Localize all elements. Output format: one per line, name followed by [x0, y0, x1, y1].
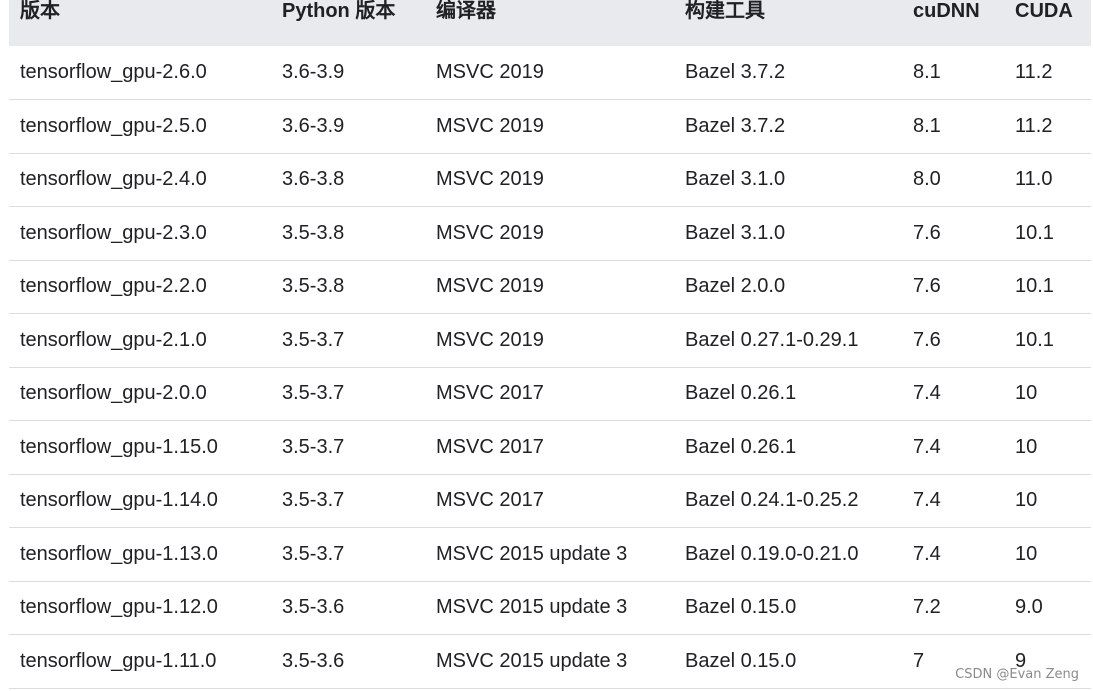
cell-version: tensorflow_gpu-2.5.0: [20, 114, 207, 137]
cell-cuda: 10.1: [1015, 275, 1054, 298]
cell-build-tool: Bazel 2.0.0: [685, 275, 786, 298]
cell-cudnn: 8.0: [913, 168, 941, 191]
cell-cuda: 10.1: [1015, 221, 1054, 244]
cell-version: tensorflow_gpu-2.2.0: [20, 275, 207, 298]
cell-cudnn: 7.6: [913, 275, 941, 298]
cell-python-version: 3.6-3.9: [282, 114, 345, 137]
cell-cuda: 9.0: [1015, 596, 1043, 619]
header-cuda: CUDA: [1015, 0, 1073, 22]
cell-version: tensorflow_gpu-1.13.0: [20, 542, 218, 565]
cell-build-tool: Bazel 3.7.2: [685, 61, 786, 83]
cell-version: tensorflow_gpu-2.1.0: [20, 328, 207, 351]
table-row: tensorflow_gpu-1.15.0 3.5-3.7 MSVC 2017 Baz…: [9, 421, 1091, 474]
cell-python-version: 3.5-3.6: [282, 596, 345, 619]
cell-compiler: MSVC 2017: [436, 382, 544, 405]
cell-cudnn: 7.2: [913, 596, 941, 619]
cell-build-tool: Bazel 3.1.0: [685, 168, 786, 191]
cell-cuda: 10: [1015, 489, 1038, 512]
cell-version: tensorflow_gpu-1.14.0: [20, 489, 218, 512]
cell-python-version: 3.5-3.7: [282, 489, 345, 512]
cell-cudnn: 7.6: [913, 328, 941, 351]
cell-cudnn: 8.1: [913, 61, 941, 83]
cell-compiler: MSVC 2019: [436, 221, 544, 244]
cell-cudnn: 7.4: [913, 489, 941, 512]
cell-cudnn: 8.1: [913, 114, 941, 137]
cell-version: tensorflow_gpu-2.4.0: [20, 168, 207, 191]
cell-cudnn: 7.4: [913, 542, 941, 565]
table-body: tensorflow_gpu-2.6.0 3.6-3.9 MSVC 2019 Baze…: [9, 46, 1091, 688]
cell-version: tensorflow_gpu-1.11.0: [20, 649, 217, 672]
table-row: tensorflow_gpu-2.4.0 3.6-3.8 MSVC 2019 Baze…: [9, 153, 1091, 207]
table-row: tensorflow_gpu-2.0.0 3.5-3.7 MSVC 2017 Baze…: [9, 367, 1091, 421]
cell-python-version: 3.5-3.7: [282, 382, 345, 405]
cell-compiler: MSVC 2019: [436, 275, 544, 298]
cell-version: tensorflow_gpu-2.6.0: [20, 61, 207, 83]
cell-python-version: 3.5-3.7: [282, 435, 345, 458]
table-row: tensorflow_gpu-2.6.0 3.6-3.9 MSVC 2019 Baze…: [9, 46, 1091, 100]
tensorflow-gpu-version-table: 版本 Python 版本 编译器 构建工具 cuDNN CUDA tensorf…: [9, 0, 1091, 689]
table-row: tensorflow_gpu-2.2.0 3.5-3.8 MSVC 2019 Baze…: [9, 260, 1091, 314]
cell-version: tensorflow_gpu-1.15.0: [20, 435, 218, 458]
cell-build-tool: Bazel 3.1.0: [685, 221, 786, 244]
cell-python-version: 3.5-3.6: [282, 649, 345, 672]
table-row: tensorflow_gpu-2.3.0 3.5-3.8 MSVC 2019 Baze…: [9, 207, 1091, 260]
cell-version: tensorflow_gpu-2.3.0: [20, 221, 207, 244]
table-row: tensorflow_gpu-1.13.0 3.5-3.7 MSVC 2015 up…: [9, 528, 1091, 581]
cell-python-version: 3.6-3.9: [282, 61, 345, 83]
table-row: tensorflow_gpu-2.5.0 3.6-3.9 MSVC 2019 Baze…: [9, 100, 1091, 153]
cell-cudnn: 7.6: [913, 221, 941, 244]
cell-compiler: MSVC 2019: [436, 61, 544, 83]
cell-cuda: 11.0: [1015, 168, 1053, 191]
header-cudnn: cuDNN: [913, 0, 980, 22]
cell-compiler: MSVC 2019: [436, 114, 544, 137]
cell-cuda: 10: [1015, 542, 1038, 565]
cell-cuda: 11.2: [1015, 61, 1053, 83]
version-table-container: 版本 Python 版本 编译器 构建工具 cuDNN CUDA tensorf…: [9, 0, 1091, 689]
cell-cuda: 11.2: [1015, 114, 1053, 137]
header-python-version: Python 版本: [282, 0, 396, 22]
cell-compiler: MSVC 2017: [436, 489, 544, 512]
cell-build-tool: Bazel 0.19.0-0.21.0: [685, 542, 859, 565]
cell-build-tool: Bazel 3.7.2: [685, 114, 786, 137]
header-version: 版本: [20, 0, 60, 22]
header-build-tool: 构建工具: [685, 0, 765, 22]
cell-build-tool: Bazel 0.26.1: [685, 382, 797, 405]
table-row: tensorflow_gpu-1.12.0 3.5-3.6 MSVC 2015 up…: [9, 581, 1091, 635]
cell-python-version: 3.6-3.8: [282, 168, 345, 191]
cell-python-version: 3.5-3.8: [282, 221, 345, 244]
cell-build-tool: Bazel 0.15.0: [685, 596, 797, 619]
cell-compiler: MSVC 2019: [436, 328, 544, 351]
cell-compiler: MSVC 2015 update 3: [436, 542, 628, 565]
cell-cuda: 10.1: [1015, 328, 1054, 351]
cell-compiler: MSVC 2017: [436, 435, 544, 458]
cell-build-tool: Bazel 0.15.0: [685, 649, 797, 672]
table-header: 版本 Python 版本 编译器 构建工具 cuDNN CUDA: [9, 0, 1091, 46]
cell-version: tensorflow_gpu-2.0.0: [20, 382, 207, 405]
table-row: tensorflow_gpu-2.1.0 3.5-3.7 MSVC 2019 Baze…: [9, 314, 1091, 367]
cell-build-tool: Bazel 0.24.1-0.25.2: [685, 489, 859, 512]
cell-build-tool: Bazel 0.26.1: [685, 435, 797, 458]
cell-build-tool: Bazel 0.27.1-0.29.1: [685, 328, 859, 351]
cell-compiler: MSVC 2015 update 3: [436, 596, 628, 619]
cell-cuda: 10: [1015, 382, 1038, 405]
cell-python-version: 3.5-3.8: [282, 275, 345, 298]
table-row: tensorflow_gpu-1.11.0 3.5-3.6 MSVC 2015 up…: [9, 635, 1091, 688]
cell-version: tensorflow_gpu-1.12.0: [20, 596, 218, 619]
csdn-watermark: CSDN @Evan Zeng: [955, 667, 1079, 682]
cell-cudnn: 7.4: [913, 435, 941, 458]
cell-compiler: MSVC 2015 update 3: [436, 649, 628, 672]
cell-compiler: MSVC 2019: [436, 168, 544, 191]
table-header-row: 版本 Python 版本 编译器 构建工具 cuDNN CUDA: [9, 0, 1091, 46]
table-row: tensorflow_gpu-1.14.0 3.5-3.7 MSVC 2017 Baz…: [9, 474, 1091, 528]
cell-python-version: 3.5-3.7: [282, 328, 345, 351]
cell-cudnn: 7.4: [913, 382, 941, 405]
header-compiler: 编译器: [436, 0, 496, 22]
cell-cuda: 10: [1015, 435, 1038, 458]
cell-python-version: 3.5-3.7: [282, 542, 345, 565]
